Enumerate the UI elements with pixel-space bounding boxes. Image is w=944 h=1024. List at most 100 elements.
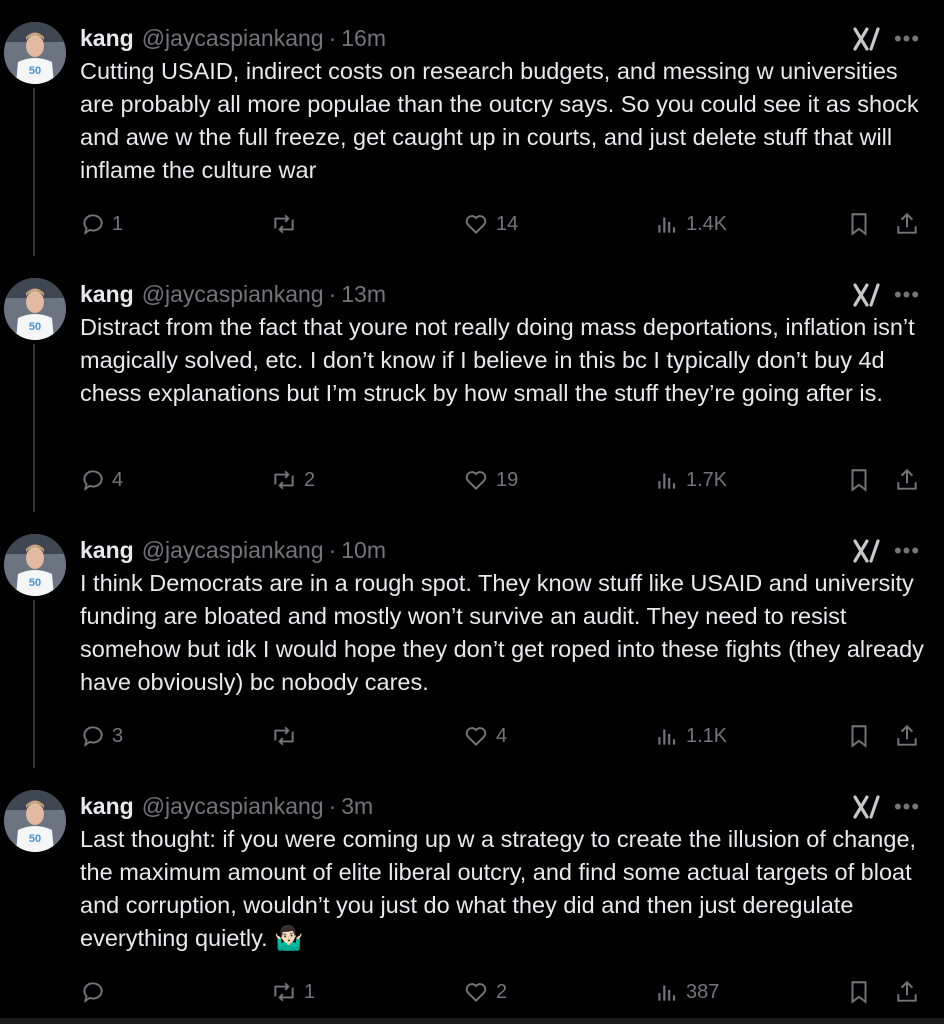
separator: · <box>328 280 337 307</box>
grok-icon[interactable] <box>852 538 882 564</box>
svg-text:50: 50 <box>29 833 41 845</box>
user-handle[interactable]: @jaycaspiankang <box>142 793 324 820</box>
like-button[interactable]: 2 <box>462 976 507 1008</box>
tweet-header: kang @jaycaspiankang · 16m <box>80 22 386 54</box>
like-button[interactable]: 14 <box>462 208 518 240</box>
separator: · <box>328 536 337 563</box>
tweet-actions: 1 14 1.4K <box>0 208 944 240</box>
grok-icon[interactable] <box>852 26 882 52</box>
view-count: 387 <box>686 980 720 1003</box>
views-icon <box>658 729 676 745</box>
like-icon <box>465 471 487 491</box>
avatar[interactable]: 50 <box>4 22 66 84</box>
repost-icon <box>274 214 294 234</box>
view-count: 1.4K <box>686 212 728 235</box>
views-icon <box>658 985 676 1001</box>
reply-button[interactable]: 4 <box>80 464 123 496</box>
display-name[interactable]: kang <box>80 793 134 820</box>
repost-button[interactable]: 2 <box>270 464 315 496</box>
repost-count: 2 <box>304 468 316 491</box>
share-button[interactable] <box>894 976 920 1008</box>
tweet-header: kang @jaycaspiankang · 3m <box>80 790 373 822</box>
tweet-text: I think Democrats are in a rough spot. T… <box>80 570 924 695</box>
bookmark-button[interactable] <box>846 720 872 752</box>
avatar[interactable]: 50 <box>4 534 66 596</box>
tweet-text: Distract from the fact that youre not re… <box>80 314 915 406</box>
views-icon <box>658 217 676 233</box>
reply-icon <box>83 982 103 1003</box>
bookmark-icon <box>851 213 867 236</box>
user-handle[interactable]: @jaycaspiankang <box>142 25 324 52</box>
tweet-header: kang @jaycaspiankang · 10m <box>80 534 386 566</box>
tweet-actions: 4 2 19 1.7K <box>0 464 944 496</box>
display-name[interactable]: kang <box>80 25 134 52</box>
reply-button[interactable] <box>80 976 112 1008</box>
like-count: 14 <box>496 212 519 235</box>
reply-count: 1 <box>112 212 124 235</box>
views-button[interactable]: 1.4K <box>654 208 727 240</box>
share-icon <box>897 468 917 490</box>
bookmark-icon <box>851 725 867 748</box>
share-icon <box>897 980 917 1002</box>
timestamp[interactable]: 13m <box>341 281 386 308</box>
display-name[interactable]: kang <box>80 537 134 564</box>
reply-icon <box>83 726 103 747</box>
reply-count: 4 <box>112 468 124 491</box>
more-icon[interactable]: ••• <box>892 24 922 54</box>
user-handle[interactable]: @jaycaspiankang <box>142 537 324 564</box>
display-name[interactable]: kang <box>80 281 134 308</box>
like-button[interactable]: 4 <box>462 720 507 752</box>
share-button[interactable] <box>894 464 920 496</box>
repost-button[interactable] <box>270 720 304 752</box>
reply-icon <box>83 470 103 491</box>
share-icon <box>897 724 917 746</box>
like-icon <box>465 983 487 1003</box>
timestamp[interactable]: 3m <box>341 793 373 820</box>
like-count: 2 <box>496 980 508 1003</box>
repost-button[interactable] <box>270 208 304 240</box>
more-icon[interactable]: ••• <box>892 536 922 566</box>
views-button[interactable]: 387 <box>654 976 719 1008</box>
svg-text:50: 50 <box>29 321 41 333</box>
like-count: 19 <box>496 468 519 491</box>
avatar[interactable]: 50 <box>4 790 66 852</box>
more-icon[interactable]: ••• <box>892 280 922 310</box>
bookmark-icon <box>851 981 867 1004</box>
grok-icon[interactable] <box>852 282 882 308</box>
svg-text:50: 50 <box>29 65 41 77</box>
more-icon[interactable]: ••• <box>892 792 922 822</box>
timestamp[interactable]: 10m <box>341 537 386 564</box>
bookmark-icon <box>851 469 867 492</box>
bookmark-button[interactable] <box>846 464 872 496</box>
reply-button[interactable]: 3 <box>80 720 123 752</box>
repost-button[interactable]: 1 <box>270 976 315 1008</box>
views-button[interactable]: 1.1K <box>654 720 727 752</box>
views-button[interactable]: 1.7K <box>654 464 727 496</box>
avatar[interactable]: 50 <box>4 278 66 340</box>
repost-icon <box>274 470 294 490</box>
tweet-header: kang @jaycaspiankang · 13m <box>80 278 386 310</box>
bookmark-button[interactable] <box>846 976 872 1008</box>
view-count: 1.1K <box>686 724 728 747</box>
tweet-actions: 1 2 387 <box>0 976 944 1008</box>
views-icon <box>658 473 676 489</box>
share-button[interactable] <box>894 720 920 752</box>
share-button[interactable] <box>894 208 920 240</box>
like-count: 4 <box>496 724 508 747</box>
bottom-edge <box>0 1018 944 1024</box>
grok-icon[interactable] <box>852 794 882 820</box>
share-icon <box>897 212 917 234</box>
tweet-text: Last thought: if you were coming up w a … <box>80 826 917 951</box>
bookmark-button[interactable] <box>846 208 872 240</box>
reply-icon <box>83 214 103 235</box>
separator: · <box>328 24 337 51</box>
tweet-text: Cutting USAID, indirect costs on researc… <box>80 58 919 183</box>
like-icon <box>465 215 487 235</box>
user-handle[interactable]: @jaycaspiankang <box>142 281 324 308</box>
tweet-actions: 3 4 1.1K <box>0 720 944 752</box>
reply-button[interactable]: 1 <box>80 208 123 240</box>
timestamp[interactable]: 16m <box>341 25 386 52</box>
like-button[interactable]: 19 <box>462 464 518 496</box>
repost-icon <box>274 726 294 746</box>
svg-text:50: 50 <box>29 577 41 589</box>
